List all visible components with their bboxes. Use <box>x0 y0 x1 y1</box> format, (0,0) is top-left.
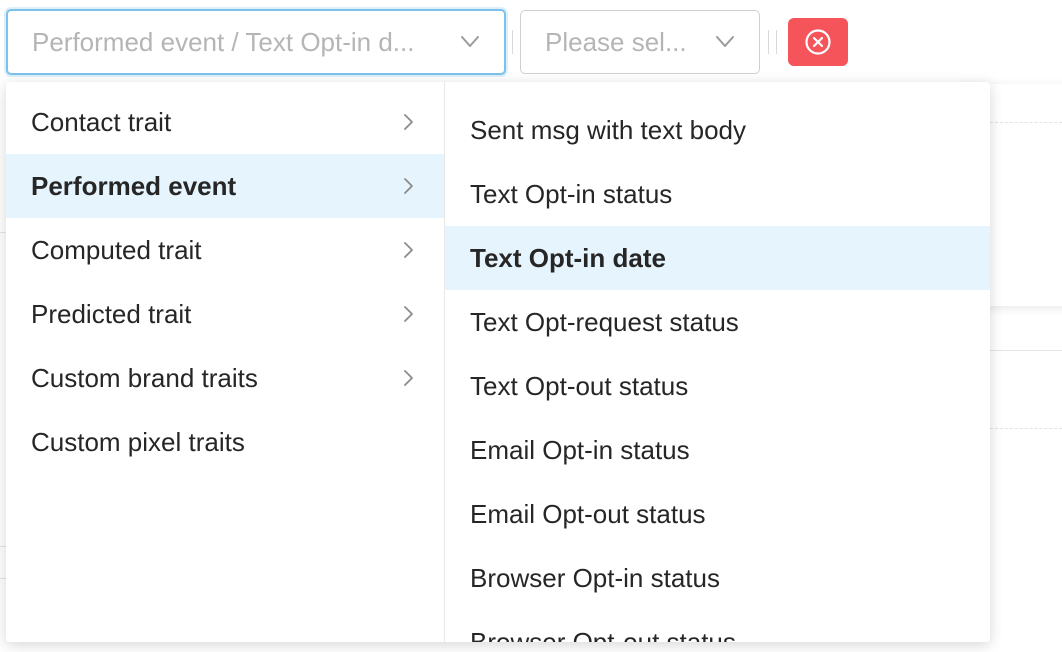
chevron-right-icon <box>402 176 416 196</box>
close-circle-icon <box>803 27 833 57</box>
event-label: Browser Opt-out status <box>470 627 736 642</box>
category-item[interactable]: Custom pixel traits <box>6 410 444 474</box>
category-item[interactable]: Custom brand traits <box>6 346 444 410</box>
toolbar-separator <box>512 30 513 54</box>
operator-select[interactable]: Please sel... <box>520 10 760 74</box>
operator-placeholder: Please sel... <box>545 26 687 57</box>
toolbar-separator <box>776 30 777 54</box>
chevron-down-icon <box>705 30 745 54</box>
field-path-select[interactable]: Performed event / Text Opt-in d... <box>6 9 506 75</box>
cascader-dropdown: Contact trait Performed event Computed t… <box>6 82 990 642</box>
event-menu: Sent msg with text body Text Opt-in stat… <box>445 82 990 642</box>
chevron-right-icon <box>402 112 416 132</box>
event-label: Text Opt-out status <box>470 371 689 401</box>
category-label: Custom brand traits <box>31 363 258 393</box>
event-label: Sent msg with text body <box>470 115 747 145</box>
category-label: Contact trait <box>31 107 172 137</box>
category-item[interactable]: Computed trait <box>6 218 444 282</box>
background-divider <box>990 350 1062 351</box>
event-label: Text Opt-request status <box>470 307 739 337</box>
category-label: Custom pixel traits <box>31 427 245 457</box>
chevron-right-icon <box>402 368 416 388</box>
field-path-value: Performed event / Text Opt-in d... <box>32 26 415 57</box>
category-label: Performed event <box>31 171 237 201</box>
event-item[interactable]: Email Opt-out status <box>445 482 990 546</box>
event-label: Text Opt-in status <box>470 179 673 209</box>
category-menu: Contact trait Performed event Computed t… <box>6 82 445 642</box>
background-divider <box>990 122 1062 123</box>
event-item[interactable]: Text Opt-request status <box>445 290 990 354</box>
chevron-right-icon <box>402 304 416 324</box>
event-label: Email Opt-in status <box>470 435 690 465</box>
event-label: Text Opt-in date <box>470 243 666 273</box>
event-label: Email Opt-out status <box>470 499 706 529</box>
category-item[interactable]: Predicted trait <box>6 282 444 346</box>
screen: Performed event / Text Opt-in d... Pleas… <box>0 0 1062 652</box>
event-item[interactable]: Email Opt-in status <box>445 418 990 482</box>
toolbar-separator <box>768 30 769 54</box>
event-label: Browser Opt-in status <box>470 563 720 593</box>
chevron-down-icon <box>450 30 490 54</box>
category-label: Computed trait <box>31 235 202 265</box>
event-item[interactable]: Sent msg with text body <box>445 98 990 162</box>
chevron-right-icon <box>402 240 416 260</box>
event-item[interactable]: Browser Opt-in status <box>445 546 990 610</box>
event-item[interactable]: Browser Opt-out status <box>445 610 990 642</box>
category-label: Predicted trait <box>31 299 192 329</box>
background-divider <box>990 428 1062 429</box>
event-item[interactable]: Text Opt-in status <box>445 162 990 226</box>
event-item[interactable]: Text Opt-out status <box>445 354 990 418</box>
category-item[interactable]: Performed event <box>6 154 444 218</box>
event-item[interactable]: Text Opt-in date <box>445 226 990 290</box>
category-item[interactable]: Contact trait <box>6 90 444 154</box>
remove-condition-button[interactable] <box>788 18 848 66</box>
